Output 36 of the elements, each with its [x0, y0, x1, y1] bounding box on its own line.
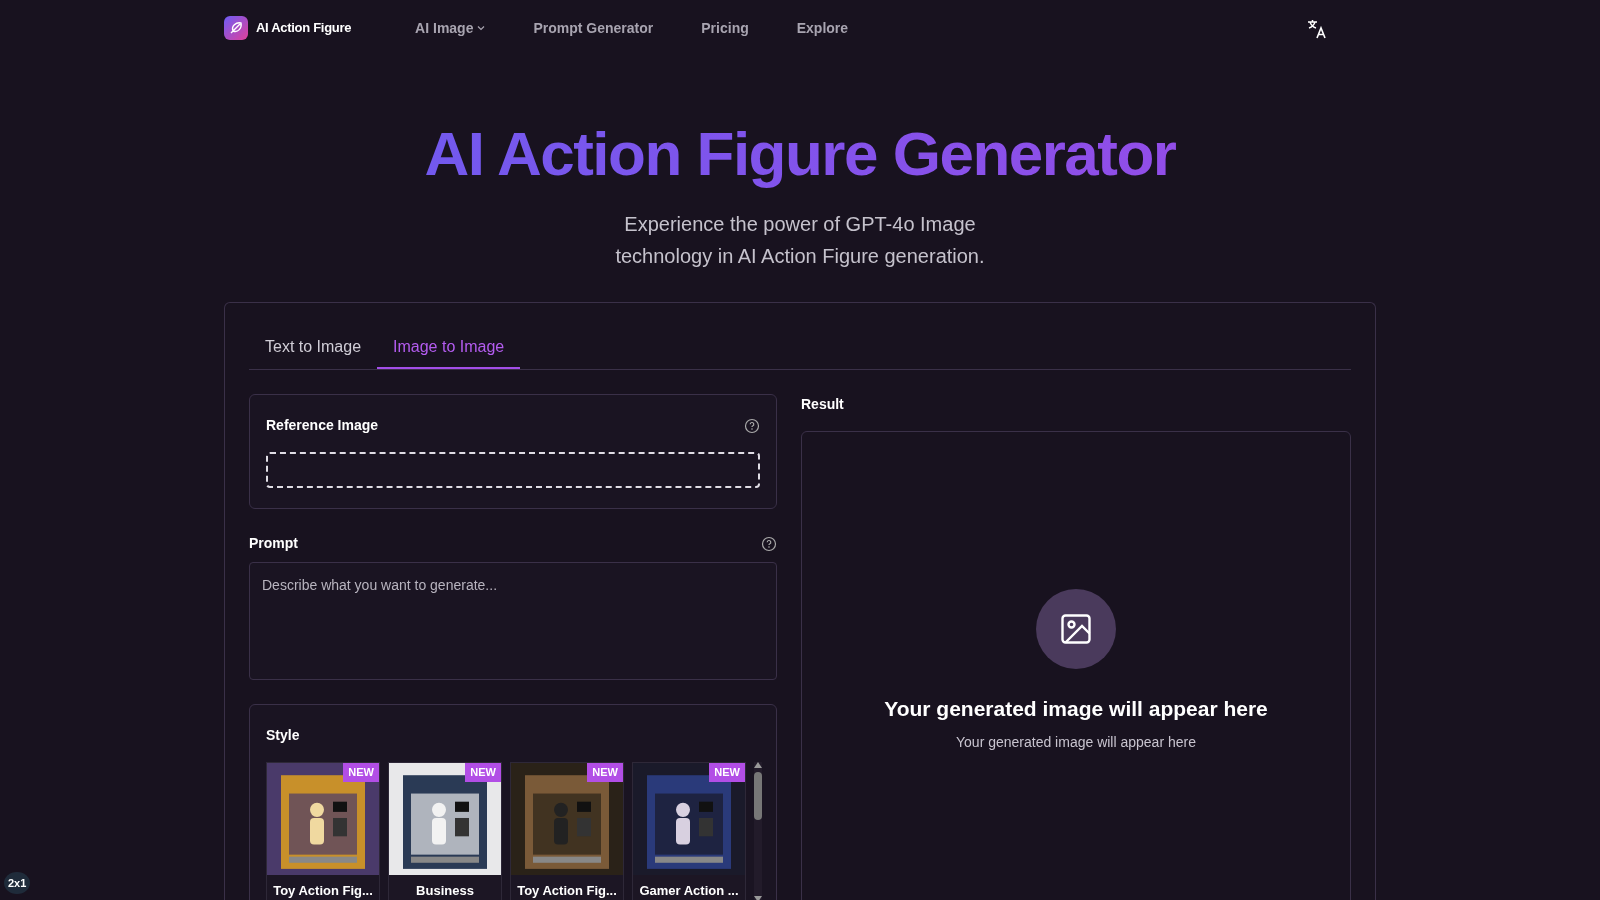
prompt-field[interactable]: Describe what you want to generate...	[249, 562, 777, 681]
upload-dropzone[interactable]	[266, 452, 760, 489]
tab[interactable]: Image to Image	[377, 327, 521, 370]
logo-icon	[224, 16, 248, 40]
nav-link[interactable]: Prompt Generator	[533, 17, 654, 39]
style-name: Toy Action Fig...	[272, 882, 374, 900]
subtitle-line: Experience the power of GPT-4o Image	[623, 212, 977, 238]
nav-link[interactable]: Pricing	[701, 17, 749, 39]
corner-badge: 2x1	[4, 871, 31, 894]
translate-icon[interactable]	[1306, 17, 1328, 40]
subtitle-line: technology in AI Action Figure generation.	[614, 244, 986, 270]
new-badge: NEW	[465, 763, 501, 782]
new-badge: NEW	[343, 763, 379, 782]
new-badge: NEW	[709, 763, 745, 782]
style-name: Gamer Action ...	[638, 882, 740, 900]
field-label: Reference Image	[266, 416, 379, 436]
nav-link[interactable]: Explore	[796, 17, 849, 39]
help-icon[interactable]	[761, 535, 777, 552]
help-icon[interactable]	[744, 417, 760, 434]
style-name: Business	[415, 882, 475, 900]
field-label: Prompt	[249, 534, 298, 554]
style-card[interactable]: NEW Business	[388, 762, 502, 900]
new-badge: NEW	[587, 763, 623, 782]
tab[interactable]: Text to Image	[249, 327, 378, 370]
nav-link[interactable]: AI Image	[415, 17, 486, 39]
style-name: Toy Action Fig...	[516, 882, 618, 900]
style-card[interactable]: NEW Toy Action Fig...	[266, 762, 380, 900]
style-card[interactable]: NEW Gamer Action ...	[632, 762, 746, 900]
result-heading: Your generated image will appear here	[884, 695, 1268, 722]
field-label: Style	[266, 726, 301, 746]
result-note: Your generated image will appear here	[956, 733, 1196, 753]
scroll-up-icon[interactable]	[754, 762, 762, 769]
style-card[interactable]: NEW Toy Action Fig...	[510, 762, 624, 900]
result-label: Result	[801, 395, 845, 415]
scrollbar[interactable]	[754, 762, 762, 900]
brand-name[interactable]: AI Action Figure	[256, 18, 352, 38]
